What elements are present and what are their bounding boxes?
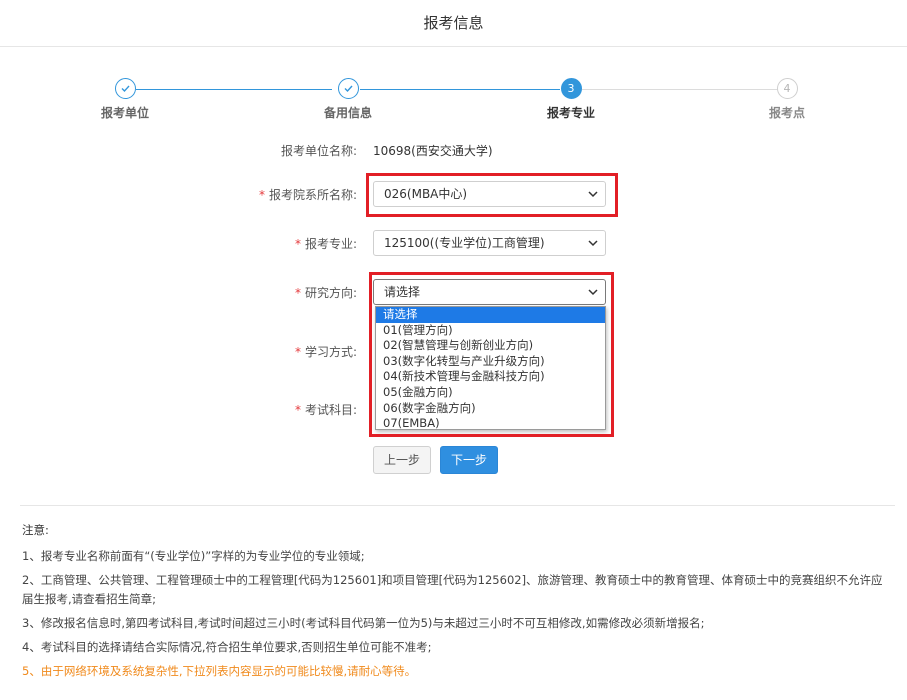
unit-row: 报考单位名称: 10698(西安交通大学) [0,137,907,165]
step-check-icon [337,78,359,99]
highlight-box [369,272,614,437]
step-4: 4 报考点 [742,78,832,121]
exam-subjects-label: * 考试科目: [294,403,357,417]
page-header: 报考信息 [0,0,907,47]
required-mark: * [294,345,301,359]
step-3: 3 报考专业 [526,78,616,121]
direction-label: * 研究方向: [294,286,357,300]
page-title: 报考信息 [423,14,484,32]
unit-label: 报考单位名称: [280,144,357,158]
study-mode-label: * 学习方式: [294,345,357,359]
step-label: 报考单位 [100,106,149,120]
major-row: * 报考专业: 125100((专业学位)工商管理) [0,230,907,258]
prev-step-button[interactable]: 上一步 [373,446,431,474]
divider [20,505,895,506]
next-step-button[interactable]: 下一步 [440,446,498,474]
progress-stepper: 报考单位 备用信息 3 报考专业 4 报考点 [0,78,907,122]
highlight-box [366,173,618,217]
required-mark: * [294,237,301,251]
note-item: 4、考试科目的选择请结合实际情况,符合招生单位要求,否则招生单位可能不准考; [22,640,432,654]
step-label: 报考点 [768,106,805,120]
unit-value: 10698(西安交通大学) [373,144,493,158]
step-label: 备用信息 [323,106,372,120]
required-mark: * [294,403,301,417]
step-2: 备用信息 [303,78,393,121]
step-number: 3 [560,78,582,99]
note-item-warning: 5、由于网络环境及系统复杂性,下拉列表内容显示的可能比较慢,请耐心等待。 [22,664,417,678]
step-number: 4 [776,78,798,99]
major-select[interactable]: 125100((专业学位)工商管理) [373,230,606,256]
chevron-down-icon [588,240,598,247]
department-label: * 报考院系所名称: [258,188,357,202]
note-item: 1、报考专业名称前面有“(专业学位)”字样的为专业学位的专业领域; [22,549,365,563]
major-selected-value: 125100((专业学位)工商管理) [384,236,545,250]
step-label: 报考专业 [546,106,595,120]
step-check-icon [114,78,136,99]
note-item: 3、修改报名信息时,第四考试科目,考试时间超过三小时(考试科目代码第一位为5)与… [22,616,705,630]
notes-title: 注意: [22,523,49,537]
major-label: * 报考专业: [294,237,357,251]
note-item: 2、工商管理、公共管理、工程管理硕士中的工程管理[代码为125601]和项目管理… [22,573,883,606]
notes-section: 注意: 1、报考专业名称前面有“(专业学位)”字样的为专业学位的专业领域; 2、… [22,522,892,686]
required-mark: * [294,286,301,300]
step-1: 报考单位 [80,78,170,121]
required-mark: * [258,188,265,202]
